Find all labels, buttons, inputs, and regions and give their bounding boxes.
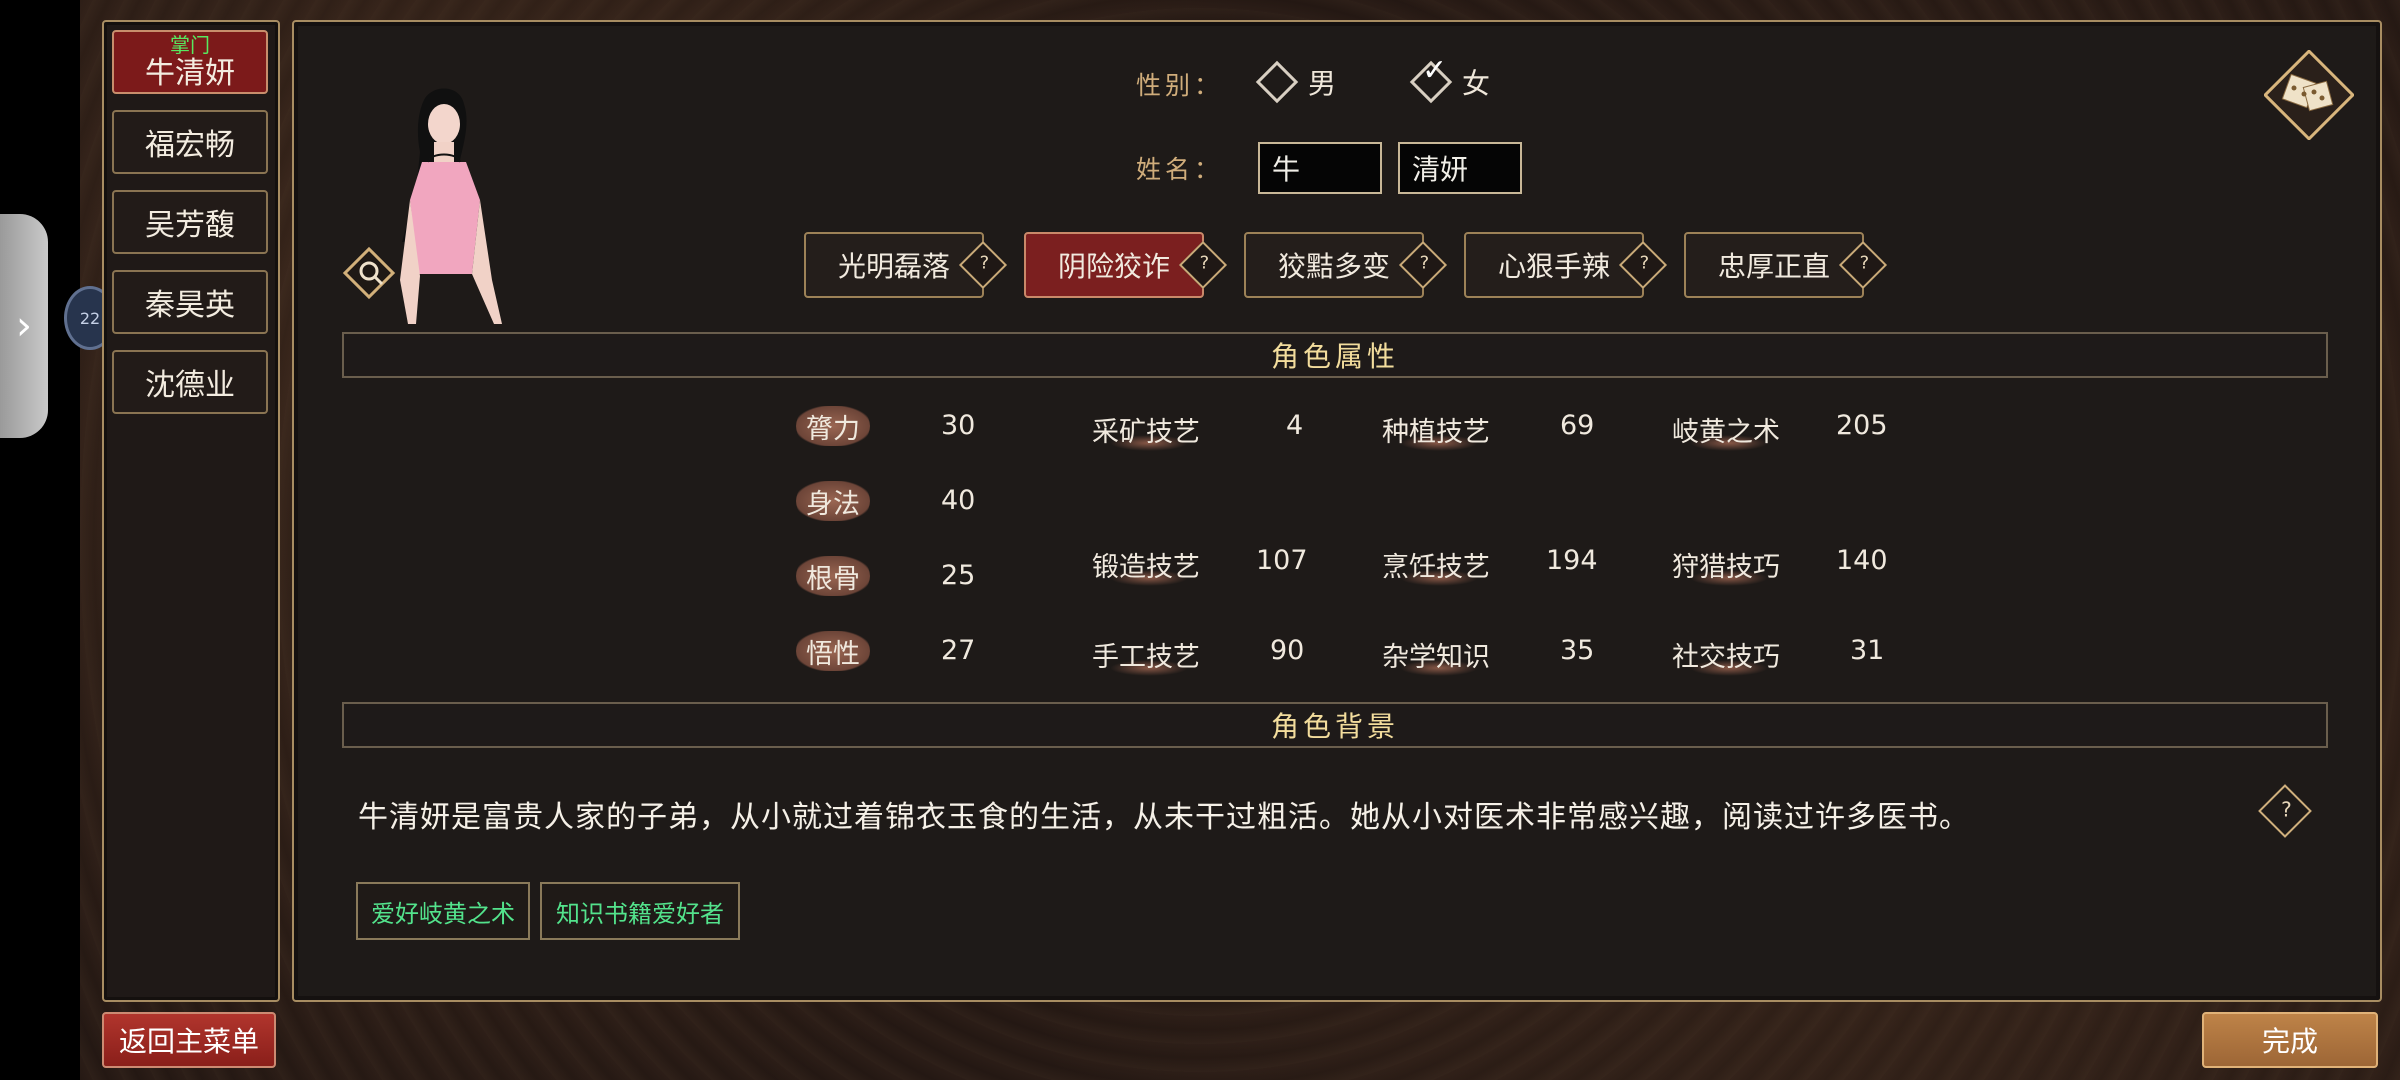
primary-stat-label: 身法 — [796, 481, 870, 521]
trait-option[interactable]: 心狠手辣 — [1464, 232, 1644, 298]
roster-item[interactable]: 秦昊英 — [112, 270, 268, 334]
character-roster: 掌门 牛清妍 福宏畅 吴芳馥 秦昊英 沈德业 — [102, 20, 280, 1002]
back-to-main-menu-button[interactable]: 返回主菜单 — [102, 1012, 276, 1068]
skill-value: 194 — [1546, 545, 1598, 576]
skill-label: 社交技巧 — [1672, 635, 1780, 676]
roster-name: 牛清妍 — [145, 56, 235, 91]
side-drawer-tab[interactable]: › — [0, 214, 48, 438]
background-description: 牛清妍是富贵人家的子弟，从小就过着锦衣玉食的生活，从未干过粗活。她从小对医术非常… — [358, 800, 1970, 835]
trait-option-selected[interactable]: 阴险狡诈 — [1024, 232, 1204, 298]
skill-value: 205 — [1836, 410, 1888, 441]
primary-stat-value: 27 — [941, 635, 976, 666]
skill-label: 烹饪技艺 — [1382, 545, 1490, 586]
radio-diamond-icon — [1255, 60, 1299, 104]
trait-option[interactable]: 狡黠多变 — [1244, 232, 1424, 298]
skill-label: 采矿技艺 — [1092, 410, 1200, 451]
dice-icon[interactable] — [2264, 50, 2354, 140]
skill-label: 种植技艺 — [1382, 410, 1490, 451]
trait-option[interactable]: 光明磊落 — [804, 232, 984, 298]
skill-value: 35 — [1560, 635, 1595, 666]
chevron-right-icon: › — [16, 303, 32, 349]
gender-option-label: 男 — [1308, 67, 1337, 100]
skill-value: 31 — [1850, 635, 1885, 666]
given-name-input[interactable]: 清妍 — [1398, 142, 1522, 194]
roster-item[interactable]: 福宏畅 — [112, 110, 268, 174]
primary-stat-label: 根骨 — [796, 556, 870, 596]
skill-value: 69 — [1560, 410, 1595, 441]
gender-option-label: 女 — [1462, 67, 1491, 100]
primary-stat-value: 40 — [941, 485, 976, 516]
gender-option-female[interactable]: ✓ 女 — [1409, 53, 1491, 106]
gender-option-male[interactable]: 男 — [1255, 58, 1337, 106]
magnify-icon[interactable] — [342, 246, 400, 304]
section-header-background: 角色背景 — [342, 702, 2328, 748]
skill-label: 杂学知识 — [1382, 635, 1490, 676]
skill-value: 90 — [1270, 635, 1305, 666]
primary-stat-value: 30 — [941, 410, 976, 441]
checked-diamond-icon: ✓ — [1409, 53, 1453, 104]
skill-label: 岐黄之术 — [1672, 410, 1780, 451]
skill-value: 4 — [1286, 410, 1304, 441]
finish-button[interactable]: 完成 — [2202, 1012, 2378, 1068]
trait-tag[interactable]: 知识书籍爱好者 — [540, 882, 740, 940]
help-icon[interactable]: ? — [2258, 784, 2312, 838]
surname-input[interactable]: 牛 — [1258, 142, 1382, 194]
skill-value: 140 — [1836, 545, 1888, 576]
trait-tag[interactable]: 爱好岐黄之术 — [356, 882, 530, 940]
gender-label: 性别： — [1136, 71, 1224, 100]
skill-label: 手工技艺 — [1092, 635, 1200, 676]
character-panel: 性别： 男 ✓ 女 姓名： 牛 清妍 光明磊落 ? 阴险狡诈 ? 狡黠多变 ? … — [292, 20, 2382, 1002]
roster-item-leader[interactable]: 掌门 牛清妍 — [112, 30, 268, 94]
skill-label: 锻造技艺 — [1092, 545, 1200, 586]
primary-stat-value: 25 — [941, 560, 976, 591]
name-label: 姓名： — [1136, 155, 1224, 184]
role-label: 掌门 — [170, 33, 210, 57]
primary-stat-label: 悟性 — [796, 631, 870, 671]
skill-value: 107 — [1256, 545, 1308, 576]
trait-option[interactable]: 忠厚正直 — [1684, 232, 1864, 298]
roster-item[interactable]: 沈德业 — [112, 350, 268, 414]
roster-item[interactable]: 吴芳馥 — [112, 190, 268, 254]
left-black-strip — [0, 0, 80, 1080]
section-header-attributes: 角色属性 — [342, 332, 2328, 378]
skill-label: 狩猎技巧 — [1672, 545, 1780, 586]
primary-stat-label: 膂力 — [796, 406, 870, 446]
